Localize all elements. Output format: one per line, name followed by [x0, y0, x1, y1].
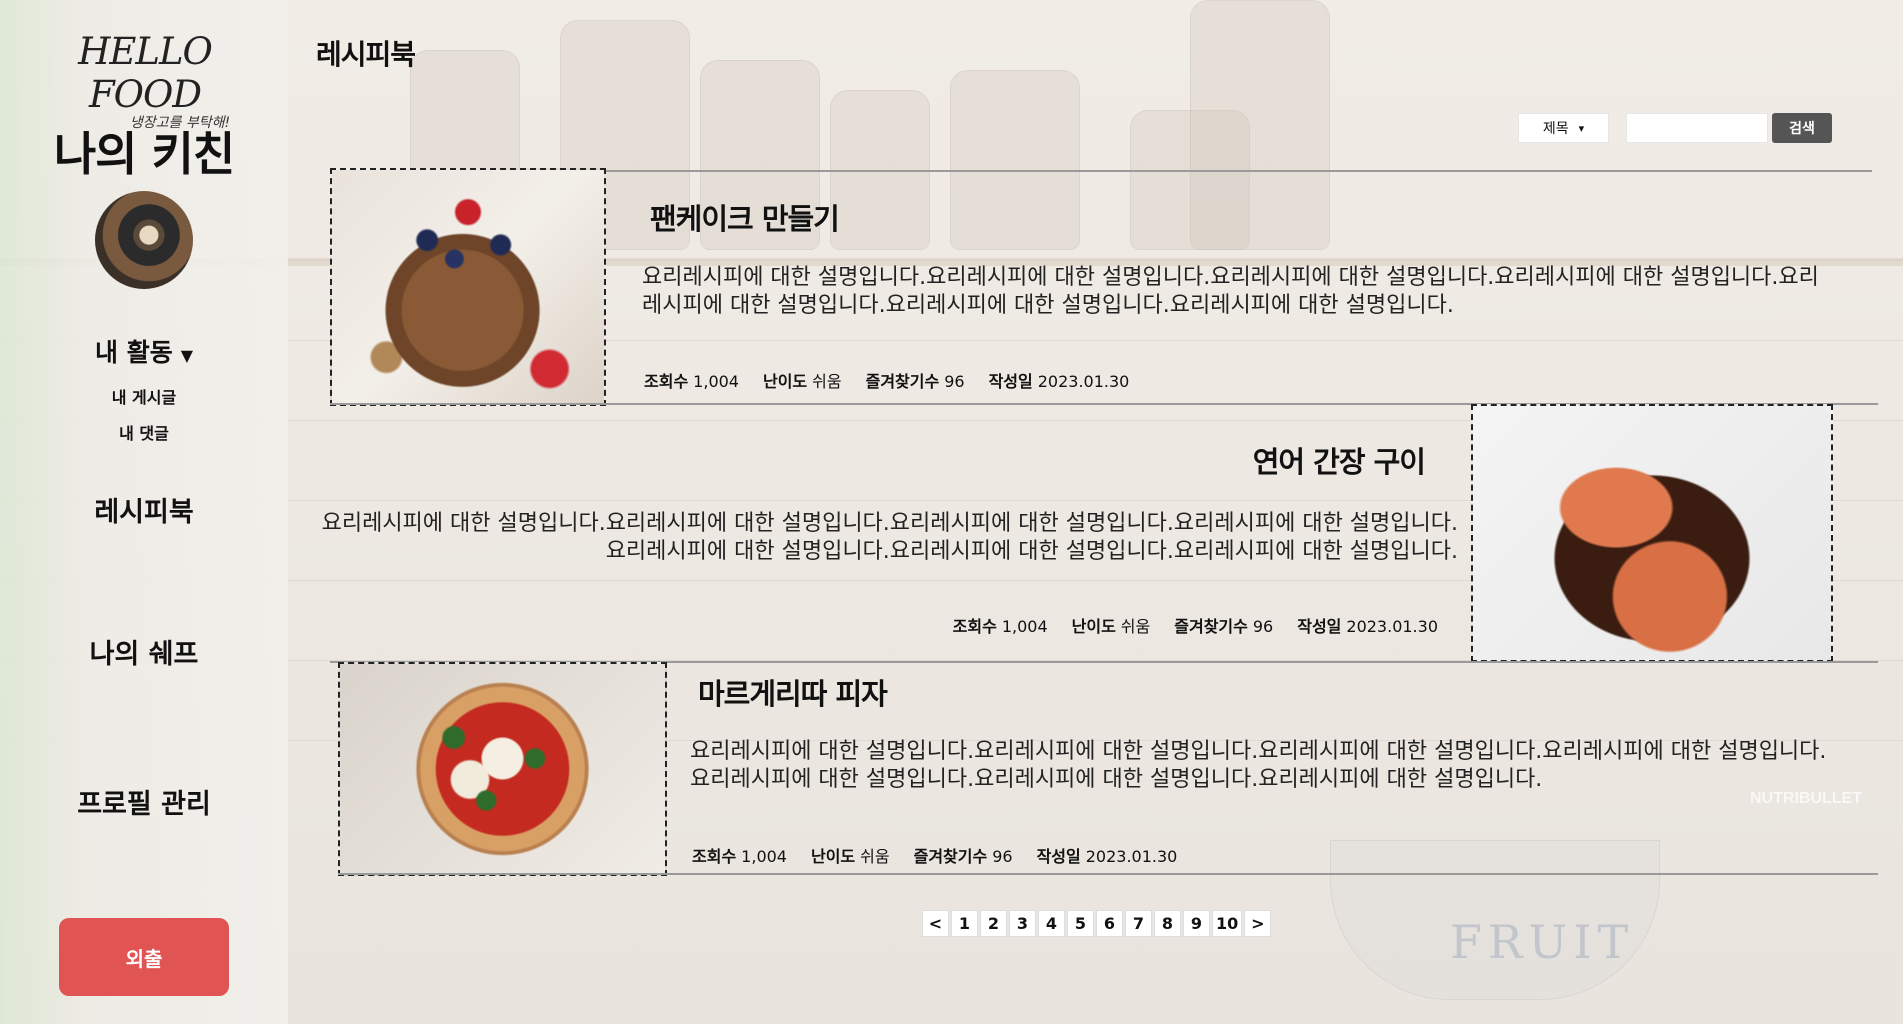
difficulty-label: 난이도: [1071, 617, 1116, 636]
sidebar: HELLO FOOD 냉장고를 부탁해! 나의 키친 내 활동 ▼ 내 게시글 내…: [0, 0, 288, 1024]
views-value: 1,004: [1001, 617, 1048, 636]
page-button[interactable]: 8: [1154, 910, 1181, 937]
bookmarks-label: 즐겨찾기수: [865, 372, 940, 391]
recipe-description: 요리레시피에 대한 설명입니다.요리레시피에 대한 설명입니다.요리레시피에 대…: [642, 265, 1819, 318]
difficulty-value: 쉬움: [812, 372, 842, 391]
difficulty-label: 난이도: [810, 847, 856, 866]
recipe-title[interactable]: 마르게리따 피자: [698, 671, 888, 713]
next-page-button[interactable]: >: [1244, 910, 1272, 937]
recipe-meta: 조회수 1,004 난이도 쉬움 즐겨찾기수 96 작성일 2023.01.30: [692, 843, 1177, 867]
recipe-description: 요리레시피에 대한 설명입니다.요리레시피에 대한 설명입니다.요리레시피에 대…: [321, 511, 1458, 564]
views-value: 1,004: [741, 847, 787, 866]
sidebar-item-profile-manage[interactable]: 프로필 관리: [0, 782, 288, 821]
page-button[interactable]: 10: [1212, 910, 1243, 937]
views-value: 1,004: [693, 372, 739, 391]
logo-main-text: HELLO FOOD: [78, 30, 213, 116]
page-button[interactable]: 9: [1183, 910, 1210, 937]
difficulty-value: 쉬움: [860, 847, 890, 866]
logout-button[interactable]: 외출: [59, 918, 229, 996]
difficulty-value: 쉬움: [1120, 617, 1151, 636]
search-input[interactable]: [1626, 113, 1768, 143]
recipe-image-salmon[interactable]: [1471, 404, 1833, 662]
recipe-title[interactable]: 연어 간장 구이: [1253, 439, 1426, 481]
search-type-value: 제목: [1542, 121, 1569, 137]
date-label: 작성일: [1297, 617, 1342, 636]
recipe-description: 요리레시피에 대한 설명입니다.요리레시피에 대한 설명입니다.요리레시피에 대…: [690, 739, 1827, 792]
page-button[interactable]: 1: [951, 910, 978, 937]
divider: [338, 873, 1878, 875]
avatar: [95, 191, 193, 289]
views-label: 조회수: [952, 617, 997, 636]
bookmarks-value: 96: [1252, 617, 1274, 636]
sidebar-item-my-chef[interactable]: 나의 쉐프: [0, 632, 288, 671]
recipe-image-pancake[interactable]: [330, 168, 606, 406]
difficulty-label: 난이도: [762, 372, 808, 391]
bookmarks-label: 즐겨찾기수: [1174, 617, 1248, 636]
sidebar-item-my-comments[interactable]: 내 댓글: [0, 420, 288, 444]
date-label: 작성일: [1036, 847, 1081, 866]
chevron-down-icon: ▼: [180, 346, 194, 365]
recipe-meta: 조회수 1,004 난이도 쉬움 즐겨찾기수 96 작성일 2023.01.30: [953, 613, 1438, 637]
date-value: 2023.01.30: [1037, 372, 1130, 391]
main-content: 레시피북 제목 ▾ 검색 팬케이크 만들기 요리레시피에 대한 설명입니다.요리…: [288, 0, 1903, 1024]
caret-down-icon: ▾: [1578, 121, 1585, 135]
recipe-meta: 조회수 1,004 난이도 쉬움 즐겨찾기수 96 작성일 2023.01.30: [644, 368, 1129, 392]
date-label: 작성일: [988, 372, 1033, 391]
page-button[interactable]: 6: [1096, 910, 1123, 937]
page-button[interactable]: 4: [1038, 910, 1065, 937]
page-button[interactable]: 5: [1067, 910, 1094, 937]
recipe-title[interactable]: 팬케이크 만들기: [650, 196, 840, 238]
bookmarks-value: 96: [992, 847, 1013, 866]
prev-page-button[interactable]: <: [922, 910, 949, 937]
views-label: 조회수: [692, 847, 737, 866]
sidebar-item-my-posts[interactable]: 내 게시글: [0, 384, 288, 408]
activity-menu-label: 내 활동: [94, 338, 173, 367]
pagination: < 1 2 3 4 5 6 7 8 9 10 >: [922, 910, 1272, 937]
sidebar-item-recipe-book[interactable]: 레시피북: [0, 490, 288, 529]
date-value: 2023.01.30: [1346, 617, 1438, 636]
bookmarks-label: 즐겨찾기수: [913, 847, 988, 866]
recipe-image-pizza[interactable]: [338, 662, 667, 876]
kitchen-title: 나의 키친: [53, 127, 235, 181]
page-button[interactable]: 3: [1009, 910, 1036, 937]
date-value: 2023.01.30: [1085, 847, 1178, 866]
views-label: 조회수: [644, 372, 689, 391]
logo[interactable]: HELLO FOOD 냉장고를 부탁해!: [30, 30, 260, 132]
page-button[interactable]: 2: [980, 910, 1007, 937]
search-button[interactable]: 검색: [1772, 113, 1832, 143]
bookmarks-value: 96: [944, 372, 965, 391]
page-title: 레시피북: [316, 38, 416, 71]
page-button[interactable]: 7: [1125, 910, 1152, 937]
search-type-select[interactable]: 제목 ▾: [1518, 113, 1609, 143]
activity-menu-toggle[interactable]: 내 활동 ▼: [0, 333, 288, 369]
